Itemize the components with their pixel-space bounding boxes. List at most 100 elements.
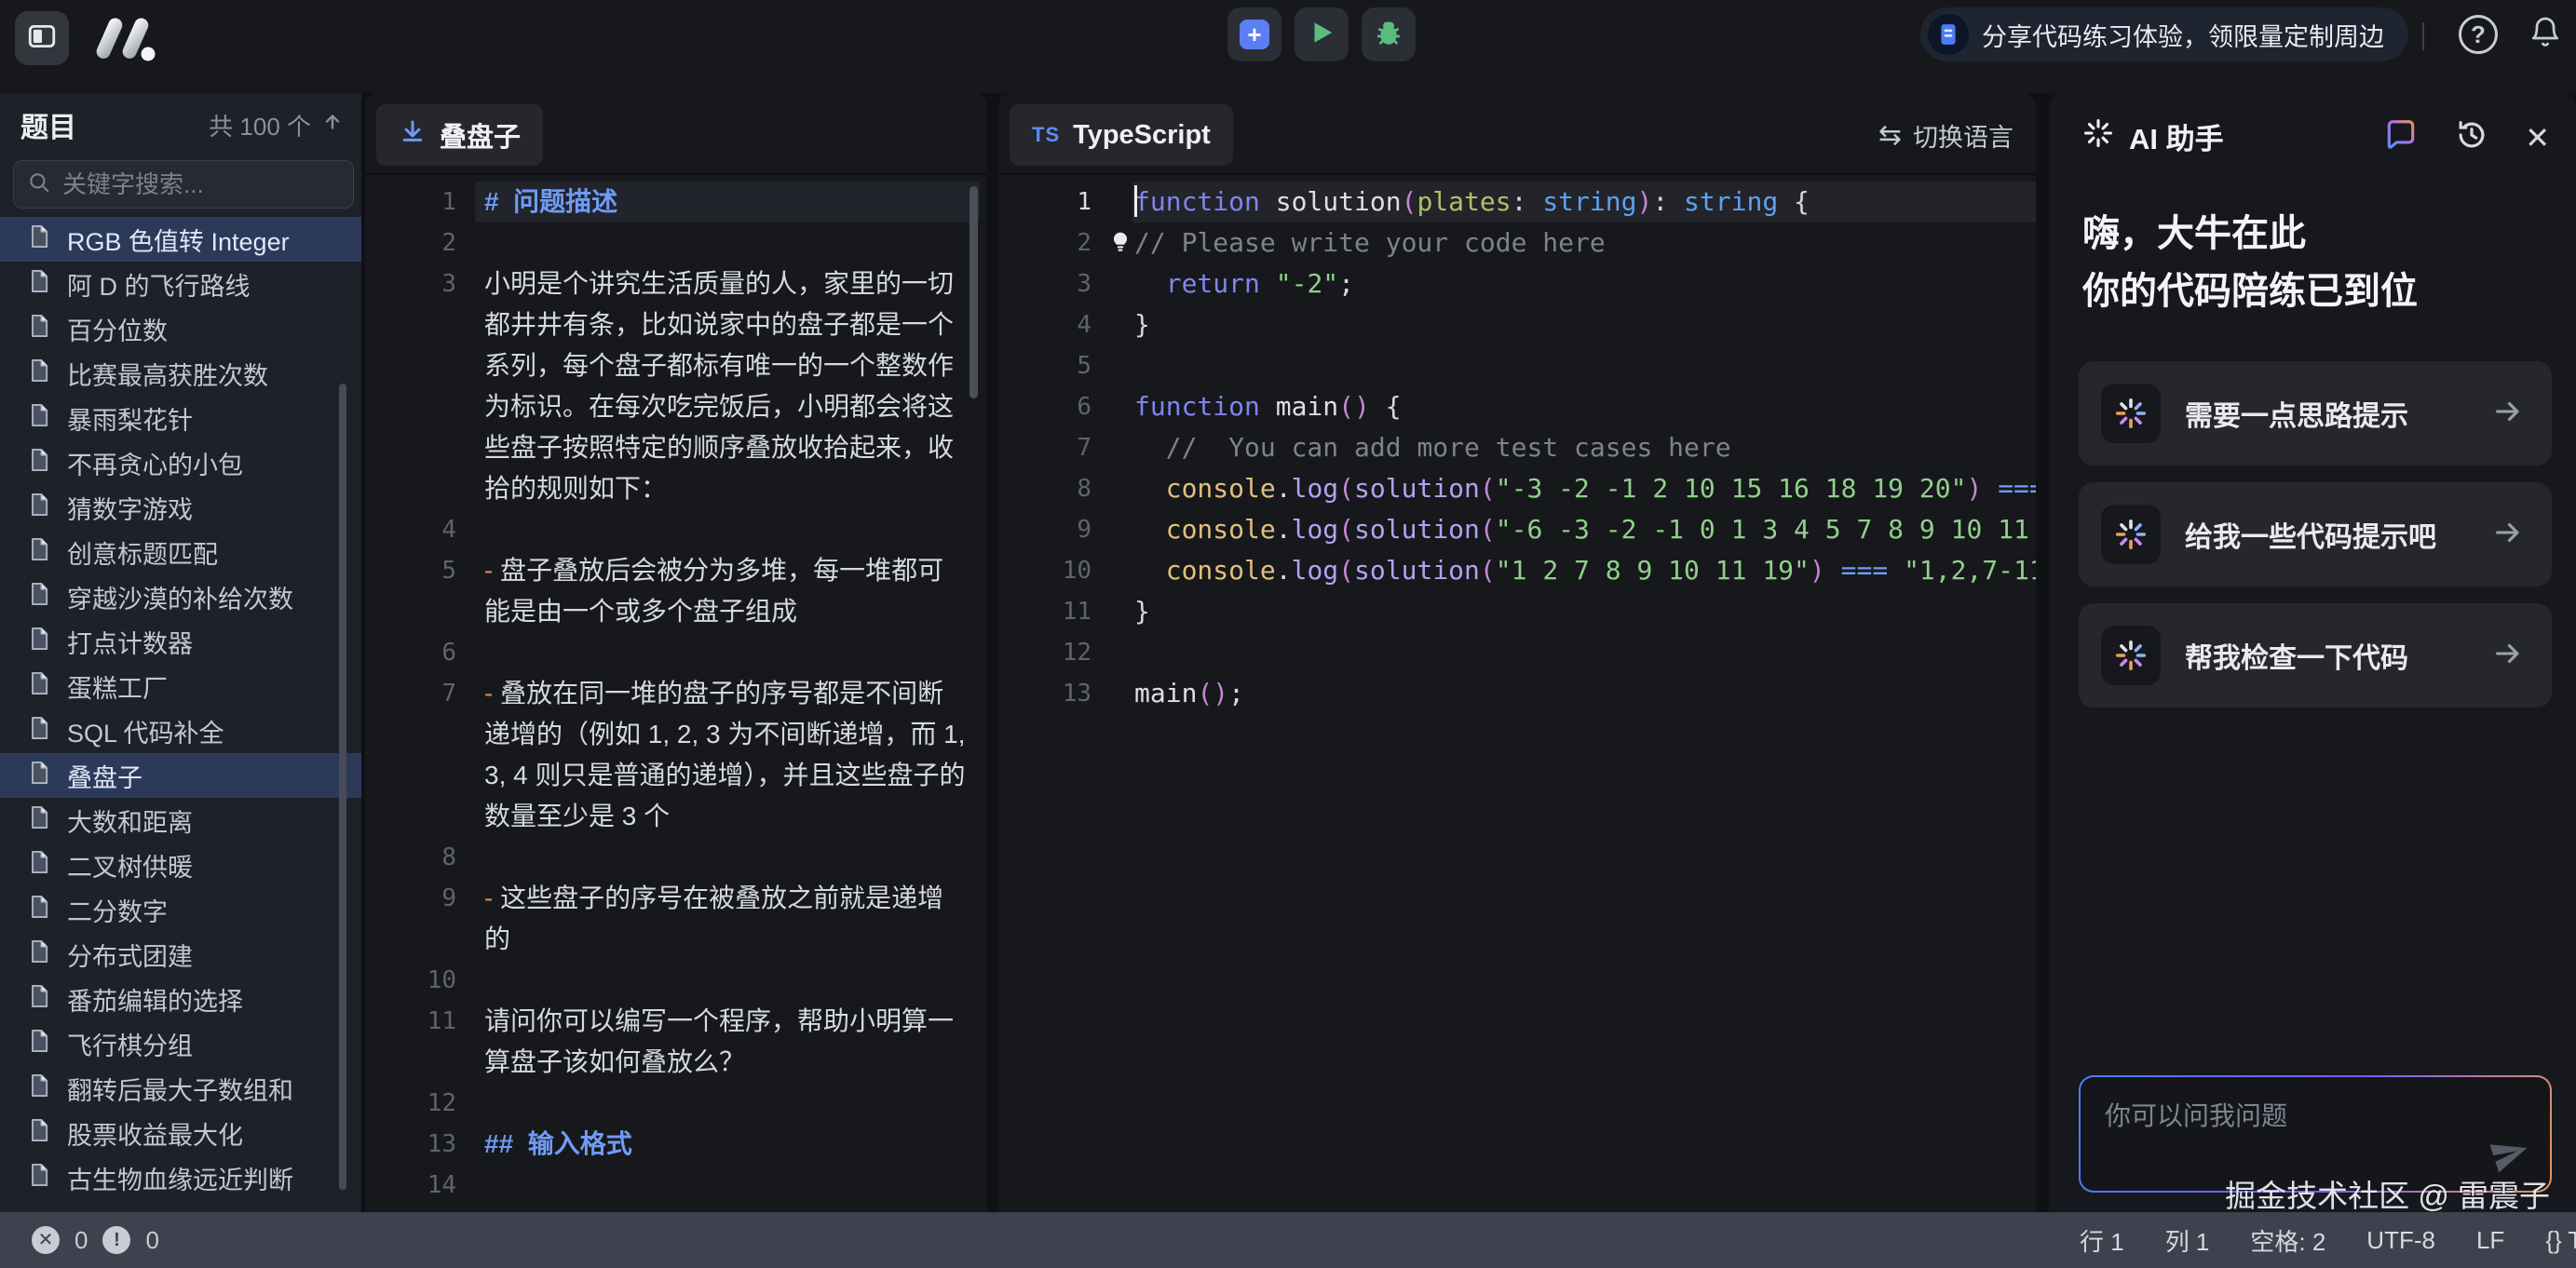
collapse-up-icon[interactable] [320, 110, 345, 141]
line-number: 13 [998, 673, 1091, 714]
code-token: () [1197, 678, 1228, 708]
code-line-text: main(); [1134, 673, 1244, 714]
document-icon [26, 804, 52, 837]
problem-tab[interactable]: 叠盘子 [376, 104, 543, 166]
sidebar-item[interactable]: 分布式团建 [0, 932, 361, 977]
statusbar-problems[interactable]: ✕ 0 ! 0 [32, 1212, 159, 1268]
problem-tab-label: 叠盘子 [440, 115, 521, 155]
code-line: 9 console.log(solution("-6 -3 -2 -1 0 1 … [998, 509, 2036, 550]
code-token: log [1292, 514, 1339, 545]
sidebar-item[interactable]: SQL 代码补全 [0, 708, 361, 753]
code-token: console [1166, 473, 1276, 504]
ai-suggestion-card[interactable]: 需要一点思路提示 [2079, 361, 2552, 465]
sidebar-item[interactable]: 番茄编辑的选择 [0, 977, 361, 1021]
status-segment[interactable]: 空格: 2 [2250, 1223, 2325, 1258]
status-segment[interactable]: 行 1 [2080, 1223, 2124, 1258]
code-token: "1 2 7 8 9 10 11 19" [1496, 555, 1810, 586]
notifications-button[interactable] [2526, 15, 2565, 54]
sidebar-item[interactable]: 飞行棋分组 [0, 1021, 361, 1066]
history-icon[interactable] [2454, 117, 2489, 157]
sparkle-color-icon [2101, 626, 2161, 685]
sidebar-item[interactable]: 蛋糕工厂 [0, 664, 361, 708]
download-arrow-icon [399, 117, 427, 153]
code-token: ; [1228, 678, 1244, 708]
sidebar-item[interactable]: 不再贪心的小包 [0, 440, 361, 485]
sidebar-item[interactable]: 古生物血缘远近判断 [0, 1155, 361, 1200]
search-box[interactable] [13, 160, 354, 209]
md-line: 6 [365, 632, 987, 673]
close-icon[interactable]: ✕ [2525, 123, 2550, 153]
gutter-gap [1091, 509, 1134, 550]
sidebar-item[interactable]: 翻转后最大子数组和 [0, 1066, 361, 1111]
document-icon [26, 357, 52, 390]
md-line-text [484, 837, 969, 878]
line-number: 1 [365, 182, 456, 223]
line-number: 3 [365, 263, 456, 509]
plus-icon: + [1240, 20, 1269, 49]
sidebar-item[interactable]: 打点计数器 [0, 619, 361, 664]
code-token [1134, 473, 1166, 504]
status-segment[interactable]: LF [2476, 1226, 2504, 1255]
status-segment[interactable]: 列 1 [2165, 1223, 2210, 1258]
switch-language-button[interactable]: ⇆ 切换语言 [1878, 117, 2013, 154]
sidebar-item[interactable]: 二叉树供暖 [0, 843, 361, 887]
run-button[interactable] [1295, 7, 1349, 61]
document-icon [26, 894, 52, 926]
sidebar-item[interactable]: 比赛最高获胜次数 [0, 351, 361, 396]
search-input[interactable] [61, 169, 340, 200]
sidebar-item-label: 暴雨梨花针 [67, 400, 193, 437]
line-number: 5 [998, 345, 1091, 386]
document-icon [26, 670, 52, 703]
sidebar-scrollbar[interactable] [339, 384, 346, 1190]
help-button[interactable]: ? [2459, 15, 2498, 54]
sidebar-item-label: 大数和距离 [67, 803, 193, 839]
add-button[interactable]: + [1227, 7, 1281, 61]
problem-scrollbar[interactable] [969, 186, 978, 398]
code-token: === [1841, 555, 1889, 586]
main-area: 题目 共 100 个 RGB 色值转 Integer阿 D 的飞行路线百分位数比… [0, 93, 2576, 1212]
code-token: () [1338, 391, 1370, 422]
md-line-text: - 这些盘子的序号在被叠放之前就是递增的 [484, 878, 969, 960]
sidebar-item[interactable]: 暴雨梨花针 [0, 396, 361, 440]
sidebar-item[interactable]: 股票收益最大化 [0, 1111, 361, 1155]
sidebar-item[interactable]: RGB 色值转 Integer [0, 217, 361, 262]
code-line: 1function solution(plates: string): stri… [998, 182, 2036, 223]
sidebar-item[interactable]: 百分位数 [0, 306, 361, 351]
code-token: console [1166, 555, 1276, 586]
sidebar-item[interactable]: 大数和距离 [0, 798, 361, 843]
code-line: 12 [998, 632, 2036, 673]
promo-banner[interactable]: 分享代码练习体验，领限量定制周边 [1920, 7, 2408, 61]
md-line: 2 [365, 223, 987, 263]
sidebar-item[interactable]: 猜数字游戏 [0, 485, 361, 530]
code-editor[interactable]: 1function solution(plates: string): stri… [998, 182, 2036, 1212]
md-line-text [484, 1083, 969, 1124]
md-line: 12 [365, 1083, 987, 1124]
problem-description[interactable]: 1# 问题描述23小明是个讲究生活质量的人，家里的一切都井井有条，比如说家中的盘… [365, 182, 987, 1212]
ai-suggestion-card[interactable]: 帮我检查一下代码 [2079, 603, 2552, 708]
topbar-divider [2422, 22, 2424, 50]
sidebar-item-label: 股票收益最大化 [67, 1115, 243, 1152]
sidebar-item[interactable]: 阿 D 的飞行路线 [0, 262, 361, 306]
debug-button[interactable] [1362, 7, 1416, 61]
language-tab[interactable]: TS TypeScript [1010, 104, 1233, 166]
sidebar-item[interactable]: 创意标题匹配 [0, 530, 361, 574]
promo-doc-icon [1928, 14, 1969, 55]
new-chat-icon[interactable] [2383, 117, 2419, 157]
statusbar-editor-info: 行 1 列 1 空格: 2 UTF-8 LF {} TypeScript [2080, 1212, 2576, 1268]
md-heading-hash: # [484, 187, 513, 216]
code-token [1134, 555, 1166, 586]
line-number: 2 [365, 223, 456, 263]
sidebar-item[interactable]: 二分数字 [0, 887, 361, 932]
sidebar-item[interactable]: 穿越沙漠的补给次数 [0, 574, 361, 619]
status-segment[interactable]: {} TypeScript [2545, 1226, 2576, 1255]
code-line-text: console.log(solution("-3 -2 -1 2 10 15 1… [1134, 468, 2036, 509]
ai-suggestion-card[interactable]: 给我一些代码提示吧 [2079, 482, 2552, 587]
code-token: main [1276, 391, 1338, 422]
sidebar-item[interactable]: 叠盘子 [0, 753, 361, 798]
code-token: ) [1966, 473, 1982, 504]
code-token: // Please write your code here [1134, 227, 1606, 258]
sidebar-toggle-button[interactable] [15, 11, 69, 65]
code-line-text: } [1134, 304, 1150, 345]
language-tab-label: TypeScript [1073, 120, 1211, 151]
status-segment[interactable]: UTF-8 [2366, 1226, 2435, 1255]
